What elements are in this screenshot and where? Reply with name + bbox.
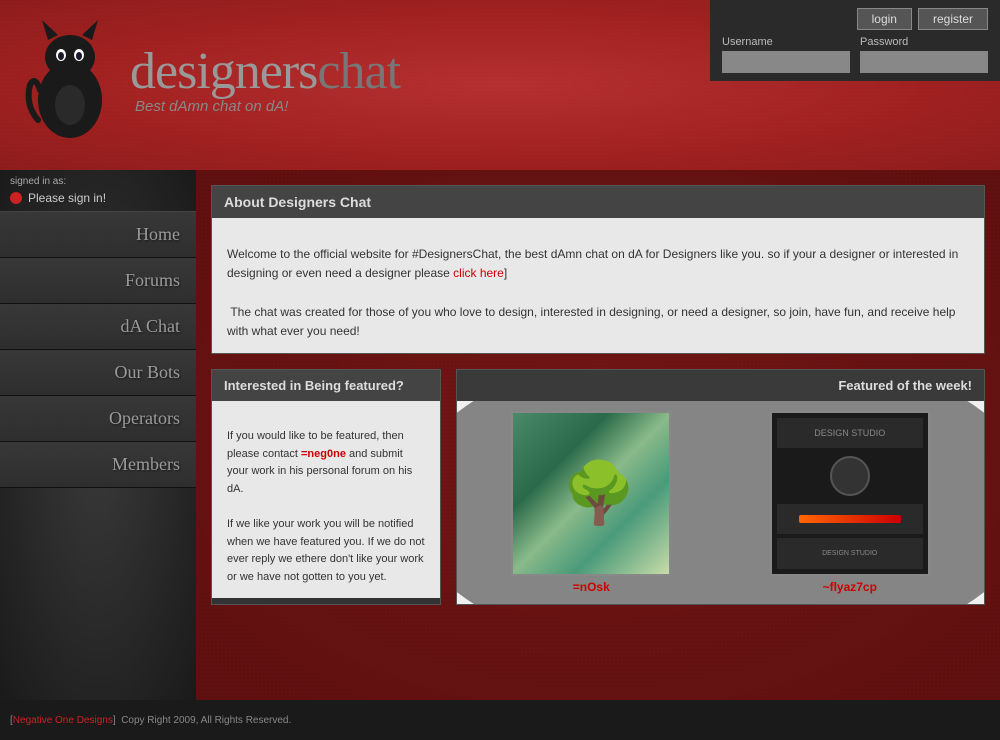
featured-art2-circle [830,456,870,496]
sidebar-item-label-members: Members [112,454,180,475]
sidebar: signed in as: Please sign in! Home Forums… [0,170,196,700]
footer: [Negative One Designs] Copy Right 2009, … [0,700,1000,740]
about-text: Welcome to the official website for #Des… [212,233,984,353]
featured-content: Artest =nOsk Designer DESIGN STUDIO [457,401,984,604]
sidebar-item-home[interactable]: Home [0,212,196,258]
site-name: designerschat [130,46,400,98]
sidebar-item-members[interactable]: Members [0,442,196,488]
site-name-chat: chat [317,43,400,100]
about-bubble-pointer [583,218,613,233]
login-area: login register Username Password [710,0,1000,81]
featured-box: Featured of the week! Artest =nOsk [456,369,985,605]
featured-image-1: Artest [511,411,671,576]
featured-header: Featured of the week! [457,370,984,401]
signed-in-label: signed in as: [10,176,186,187]
sidebar-item-operators[interactable]: Operators [0,396,196,442]
signed-in-area: signed in as: Please sign in! [0,170,196,212]
login-button[interactable]: login [857,8,912,30]
interested-bubble [232,401,262,416]
sidebar-item-label-forums: Forums [125,270,180,291]
status-dot [10,192,22,204]
about-paragraph1: Welcome to the official website for #Des… [227,247,958,280]
password-input[interactable] [860,51,988,73]
about-click-here[interactable]: click here [453,266,504,280]
site-tagline: Best dAmn chat on dA! [135,98,400,115]
footer-copyright: Copy Right 2009, All Rights Reserved. [121,715,291,726]
status-text: Please sign in! [28,191,106,205]
featured-art2-bar [799,515,901,523]
main-layout: signed in as: Please sign in! Home Forums… [0,170,1000,700]
register-button[interactable]: register [918,8,988,30]
username-field-group: Username [722,36,850,73]
nav-items-container: Home Forums dA Chat Our Bots Operators Member… [0,212,196,488]
bottom-section: Interested in Being featured? If you wou… [211,369,985,605]
content-area: About Designers Chat Welcome to the offi… [196,170,1000,700]
interested-body: If you would like to be featured, then p… [212,401,440,598]
interested-text: If you would like to be featured, then p… [212,416,440,598]
site-name-designers: designers [130,43,317,100]
login-fields: Username Password [722,36,988,73]
featured-artwork-2: DESIGN STUDIO DESIGN STUDIO [772,413,928,574]
interested-contact-link[interactable]: =neg0ne [301,448,346,460]
featured-art2-top2: DESIGN STUDIO [777,538,923,569]
sidebar-item-our-bots[interactable]: Our Bots [0,350,196,396]
featured-username-1[interactable]: =nOsk [573,580,610,594]
about-paragraph2: The chat was created for those of you wh… [227,305,955,338]
sidebar-item-forums[interactable]: Forums [0,258,196,304]
sidebar-item-label-operators: Operators [109,408,180,429]
interested-text3: If we like your work you will be notifie… [227,518,425,583]
site-title: designerschat Best dAmn chat on dA! [130,46,400,115]
featured-item-2: Designer DESIGN STUDIO DESIGN STUDIO ~fl… [726,411,975,594]
footer-link[interactable]: Negative One Designs [13,715,113,726]
featured-image-2: Designer DESIGN STUDIO DESIGN STUDIO [770,411,930,576]
interested-box: Interested in Being featured? If you wou… [211,369,441,605]
username-label: Username [722,36,850,48]
username-input[interactable] [722,51,850,73]
interested-header: Interested in Being featured? [212,370,440,401]
sidebar-item-label-home: Home [136,224,180,245]
about-body: Welcome to the official website for #Des… [212,218,984,353]
cat-logo [20,15,120,145]
login-buttons: login register [722,8,988,30]
featured-art2-bottom [777,504,923,534]
signed-in-status: Please sign in! [10,191,186,205]
featured-item-1: Artest =nOsk [467,411,716,594]
about-section: About Designers Chat Welcome to the offi… [211,185,985,354]
sidebar-item-label-da-chat: dA Chat [120,316,180,337]
sidebar-item-da-chat[interactable]: dA Chat [0,304,196,350]
featured-username-2[interactable]: ~flyaz7cp [823,580,877,594]
header: designerschat Best dAmn chat on dA! logi… [0,0,1000,170]
password-field-group: Password [860,36,988,73]
featured-artwork-1 [513,413,669,574]
about-header: About Designers Chat [212,186,984,218]
featured-art2-top: DESIGN STUDIO [777,418,923,449]
password-label: Password [860,36,988,48]
sidebar-item-label-our-bots: Our Bots [114,362,180,383]
